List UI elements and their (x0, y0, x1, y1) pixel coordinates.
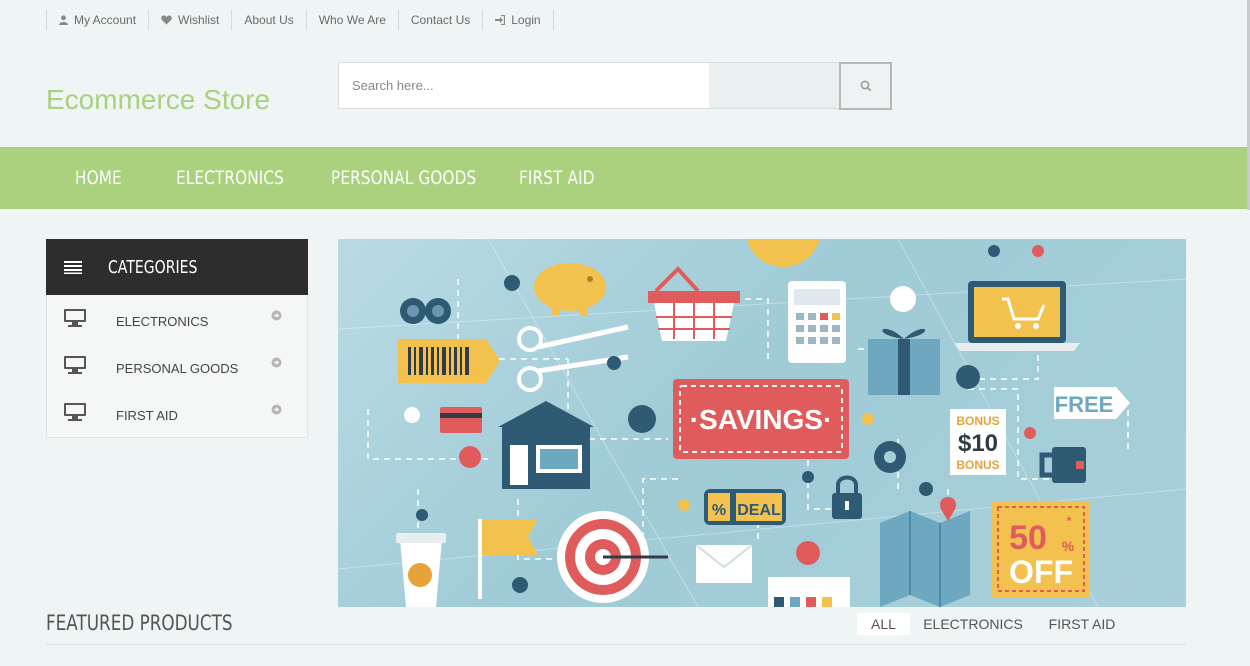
featured-divider (46, 644, 1186, 645)
category-item-personal-goods[interactable]: PERSONAL GOODS (47, 344, 307, 391)
tab-electronics[interactable]: ELECTRONICS (923, 613, 1023, 635)
featured-products-title: FEATURED PRODUCTS (46, 611, 233, 635)
nav-home[interactable]: HOME (75, 167, 122, 189)
categories-title: CATEGORIES (108, 256, 198, 278)
categories-panel: CATEGORIES ELECTRONICS PERSONAL GOODS FI… (46, 239, 308, 438)
contact-us-link[interactable]: Contact Us (397, 10, 482, 30)
category-label: PERSONAL GOODS (116, 361, 239, 376)
shopping-illustration: ·SAVINGS· FREE BONUS $10 BONUS % DEAL 50… (338, 239, 1186, 607)
banner-bonus-bottom: BONUS (956, 458, 999, 472)
who-we-are-link[interactable]: Who We Are (305, 10, 398, 30)
banner-off-percent: 50 (1009, 519, 1047, 557)
my-account-label: My Account (74, 13, 137, 27)
hero-banner[interactable]: ·SAVINGS· FREE BONUS $10 BONUS % DEAL 50… (338, 239, 1186, 607)
banner-deal-text: DEAL (737, 502, 781, 519)
store-logo[interactable]: Ecommerce Store (46, 84, 270, 116)
search-bar (338, 62, 892, 110)
arrow-circle-right-icon (271, 310, 282, 321)
banner-bonus-amount: $10 (958, 430, 998, 457)
heart-icon (161, 15, 172, 25)
banner-bonus-top: BONUS (956, 414, 999, 428)
main-nav: HOME ELECTRONICS PERSONAL GOODS FIRST AI… (0, 147, 1247, 209)
arrow-circle-right-icon (271, 357, 282, 368)
banner-savings-text: ·SAVINGS· (690, 404, 833, 435)
wishlist-label: Wishlist (178, 13, 220, 27)
monitor-icon (64, 356, 86, 374)
arrow-circle-right-icon (271, 404, 282, 415)
monitor-icon (64, 403, 86, 421)
nav-electronics[interactable]: ELECTRONICS (176, 167, 284, 189)
login-label: Login (511, 13, 541, 27)
banner-off-text: OFF (1009, 554, 1073, 590)
about-us-link[interactable]: About Us (231, 10, 305, 30)
user-icon (59, 15, 68, 25)
tab-all[interactable]: ALL (857, 613, 910, 635)
menu-icon (64, 261, 82, 274)
category-label: ELECTRONICS (116, 314, 209, 329)
nav-personal-goods[interactable]: PERSONAL GOODS (331, 167, 476, 189)
banner-deal-pct: % (712, 502, 726, 519)
search-button[interactable] (839, 62, 892, 110)
category-label: FIRST AID (116, 408, 178, 423)
banner-off-sign: % (1062, 538, 1075, 554)
contact-us-label: Contact Us (410, 13, 471, 27)
nav-first-aid[interactable]: FIRST AID (519, 167, 595, 189)
login-link[interactable]: Login (482, 10, 554, 30)
my-account-link[interactable]: My Account (46, 10, 148, 30)
categories-header[interactable]: CATEGORIES (46, 239, 308, 295)
banner-free-text: FREE (1055, 392, 1114, 417)
categories-list: ELECTRONICS PERSONAL GOODS FIRST AID (46, 295, 308, 438)
top-links-bar: My Account Wishlist About Us Who We Are … (46, 10, 554, 30)
banner-off-star: * (1067, 514, 1072, 528)
tab-first-aid[interactable]: FIRST AID (1042, 613, 1122, 635)
wishlist-link[interactable]: Wishlist (148, 10, 231, 30)
who-we-are-label: Who We Are (318, 13, 386, 27)
monitor-icon (64, 309, 86, 327)
category-item-first-aid[interactable]: FIRST AID (47, 391, 307, 438)
sign-in-icon (495, 15, 506, 25)
category-item-electronics[interactable]: ELECTRONICS (47, 297, 307, 344)
search-input[interactable] (338, 62, 710, 109)
about-us-label: About Us (244, 13, 294, 27)
search-icon (860, 80, 871, 92)
search-category-area (709, 62, 840, 109)
